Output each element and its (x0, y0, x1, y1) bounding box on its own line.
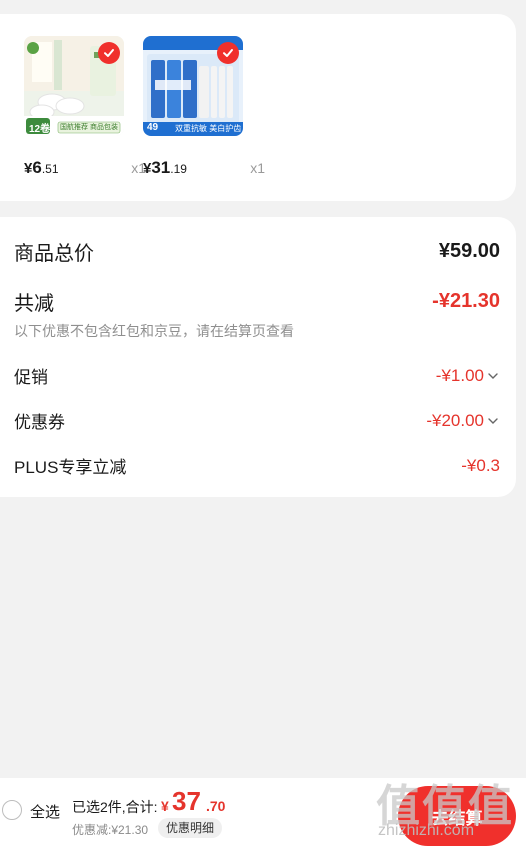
discount-amount-text: 优惠减:¥21.30 (72, 823, 149, 837)
chevron-down-icon[interactable] (486, 369, 500, 383)
checkout-button[interactable]: 去结算 (398, 786, 516, 846)
chevron-down-icon[interactable] (486, 414, 500, 428)
total-currency: ¥ (161, 798, 169, 814)
products-card: 12卷 国航推荐 商品包装 ¥6.51 x1 49 双重抗敏 美白护齿 ¥31.… (0, 14, 516, 201)
reduce-label: 共减 (14, 293, 54, 315)
checkout-bar: 全选 已选2件,合计: ¥ 37 .70 优惠减:¥21.30 优惠明细 去结算 (0, 778, 526, 852)
product-image[interactable]: 12卷 国航推荐 商品包装 (24, 36, 124, 136)
plus-row: PLUS专享立减 -¥0.3 (14, 453, 500, 478)
total-label: 商品总价 (14, 243, 94, 265)
select-all-label[interactable]: 全选 (30, 801, 60, 822)
image-text: 49 (147, 122, 159, 133)
coupon-label: 优惠券 (14, 413, 65, 432)
product-image[interactable]: 49 双重抗敏 美白护齿 (143, 36, 243, 136)
discount-note: 以下优惠不包含红包和京豆，请在结算页查看 (14, 323, 294, 339)
product-price: ¥6.51 (24, 158, 59, 177)
image-banner: 双重抗敏 美白护齿 (175, 124, 242, 133)
product-quantity: x1 (250, 160, 265, 176)
selected-check-icon[interactable] (98, 42, 120, 64)
price-summary-card: 商品总价 ¥59.00 共减 -¥21.30 以下优惠不包含红包和京豆，请在结算… (0, 217, 516, 497)
plus-label: PLUS专享立减 (14, 458, 127, 477)
image-banner: 国航推荐 商品包装 (60, 124, 118, 131)
coupon-row[interactable]: 优惠券 -¥20.00 (14, 408, 500, 433)
reduce-row: 共减 -¥21.30 (14, 287, 500, 316)
total-amount-decimal: .70 (206, 798, 226, 814)
product-price: ¥31.19 (143, 158, 187, 177)
coupon-value-group[interactable]: -¥20.00 (426, 411, 500, 431)
promo-value: -¥1.00 (435, 365, 484, 385)
promo-row[interactable]: 促销 -¥1.00 (14, 363, 500, 388)
selected-count-text: 已选2件,合计: (72, 799, 158, 815)
plus-value: -¥0.3 (461, 455, 500, 475)
coupon-value: -¥20.00 (426, 410, 484, 430)
promo-label: 促销 (14, 368, 48, 387)
total-value: ¥59.00 (438, 240, 500, 262)
total-row: 商品总价 ¥59.00 (14, 237, 500, 266)
selected-check-icon[interactable] (217, 42, 239, 64)
promo-value-group[interactable]: -¥1.00 (436, 366, 500, 386)
total-amount-integer: 37 (172, 786, 201, 816)
discount-detail-button[interactable]: 优惠明细 (158, 818, 223, 838)
select-all-radio[interactable] (2, 800, 22, 820)
reduce-value: -¥21.30 (432, 290, 500, 312)
image-text: 12卷 (29, 124, 51, 135)
